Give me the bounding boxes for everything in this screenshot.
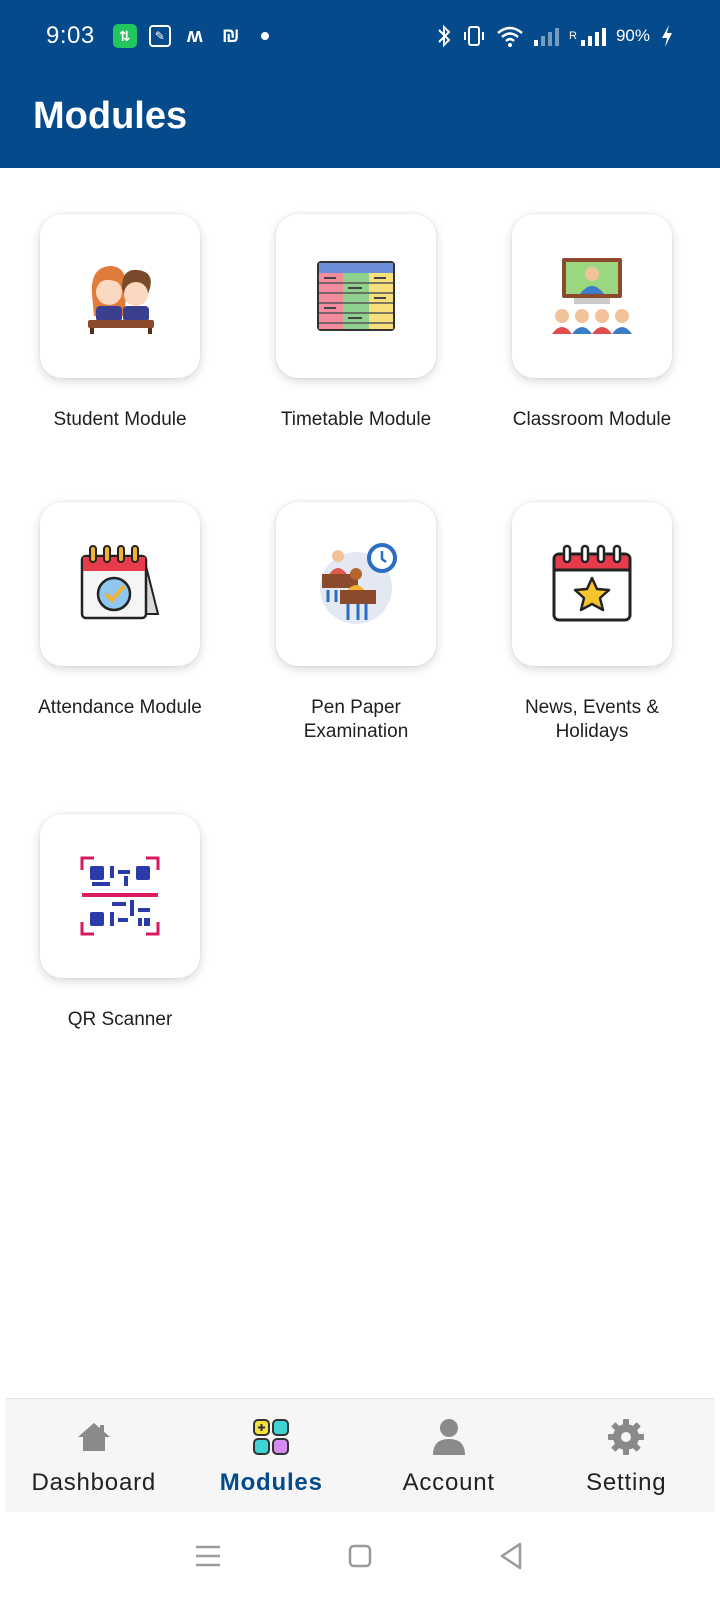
calendar-app-icon: ✎ <box>148 25 171 47</box>
module-classroom[interactable]: Classroom Module <box>492 214 692 432</box>
page-title: Modules <box>33 94 188 137</box>
module-timetable[interactable]: Timetable Module <box>256 214 456 432</box>
module-card[interactable] <box>512 214 672 378</box>
nav-label: Setting <box>586 1469 667 1496</box>
students-icon <box>88 266 154 334</box>
back-icon[interactable] <box>496 1540 528 1572</box>
signal-icon <box>534 26 560 46</box>
roaming-label: R <box>569 30 577 42</box>
person-icon <box>432 1419 465 1455</box>
qr-scanner-icon <box>80 856 160 936</box>
nav-modules[interactable]: Modules <box>183 1399 361 1512</box>
home-square-icon[interactable] <box>344 1540 376 1572</box>
exam-icon <box>320 543 397 624</box>
module-label: Pen Paper Examination <box>303 697 409 742</box>
status-bar: 9:03 ⇅ ✎ ʍ ₪ R 90% <box>0 0 720 72</box>
timetable-icon <box>317 261 395 331</box>
nav-account[interactable]: Account <box>360 1399 538 1512</box>
app-bar: Modules <box>0 72 720 168</box>
notification-dot <box>260 32 269 40</box>
module-qr-scanner[interactable]: QR Scanner <box>20 814 220 1032</box>
nav-label: Dashboard <box>31 1469 157 1496</box>
nav-label: Modules <box>219 1469 323 1496</box>
module-label: Timetable Module <box>280 409 432 430</box>
menu-icon[interactable] <box>192 1540 224 1572</box>
bottom-navigation: Dashboard Modules Account Setting <box>5 1398 715 1512</box>
sync-app-icon: ₪ <box>221 24 240 47</box>
data-saver-icon: ⇅ <box>112 24 137 48</box>
module-label: QR Scanner <box>67 1009 173 1030</box>
module-label: Attendance Module <box>38 697 202 718</box>
module-exam[interactable]: Pen Paper Examination <box>256 502 456 744</box>
module-card[interactable] <box>276 214 436 378</box>
m-app-icon: ʍ <box>186 24 203 47</box>
module-card[interactable] <box>512 502 672 666</box>
home-icon <box>77 1423 110 1451</box>
nav-setting[interactable]: Setting <box>538 1399 716 1512</box>
classroom-icon <box>552 258 632 334</box>
module-card[interactable] <box>40 502 200 666</box>
vibrate-icon <box>464 26 485 46</box>
module-attendance[interactable]: Attendance Module <box>20 502 220 720</box>
module-student[interactable]: Student Module <box>20 214 220 432</box>
module-label: News, Events & Holidays <box>524 697 660 742</box>
module-card[interactable] <box>276 502 436 666</box>
modules-grid-icon <box>253 1419 290 1455</box>
charging-icon <box>662 25 672 47</box>
nav-dashboard[interactable]: Dashboard <box>5 1399 183 1512</box>
wifi-icon <box>497 26 523 47</box>
events-calendar-icon <box>552 544 632 622</box>
module-label: Classroom Module <box>512 409 672 430</box>
module-card[interactable] <box>40 214 200 378</box>
battery-percent: 90% <box>615 26 650 45</box>
status-time: 9:03 <box>46 22 95 49</box>
gear-icon <box>608 1419 645 1455</box>
system-navigation-bar <box>0 1512 720 1600</box>
module-card[interactable] <box>40 814 200 978</box>
bluetooth-icon <box>438 24 451 48</box>
module-news-events[interactable]: News, Events & Holidays <box>492 502 692 744</box>
nav-label: Account <box>402 1469 495 1496</box>
attendance-calendar-icon <box>80 545 160 620</box>
module-label: Student Module <box>53 409 187 430</box>
signal-roaming-icon <box>580 26 606 46</box>
